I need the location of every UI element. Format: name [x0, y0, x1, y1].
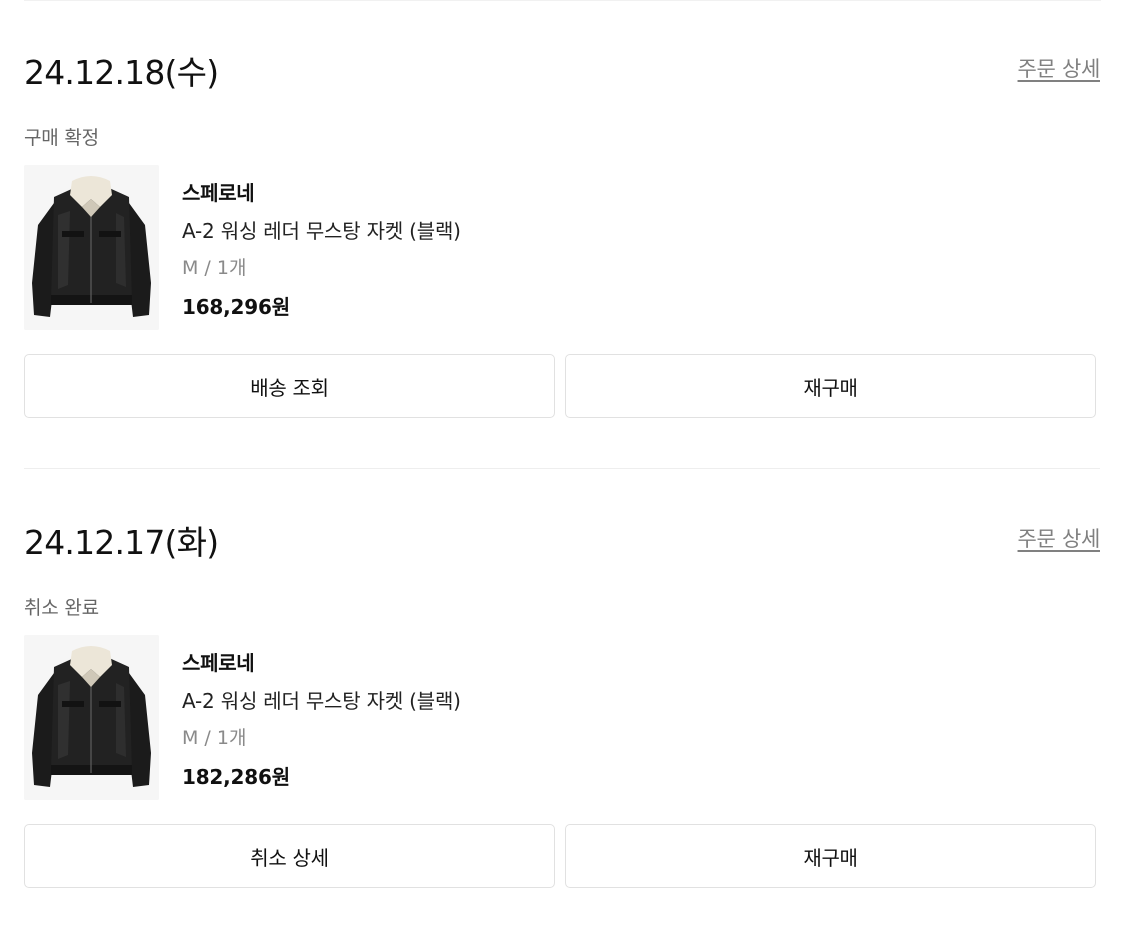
order-header: 24.12.18(수) 주문 상세: [24, 40, 1100, 94]
order-divider: [24, 468, 1100, 469]
order-date: 24.12.17(화): [24, 523, 219, 562]
product-price: 182,286원: [182, 765, 290, 789]
order-card: 24.12.17(화) 주문 상세 취소 완료 스페로네 A-2 워싱 레더 무…: [24, 510, 1100, 888]
product-thumbnail[interactable]: [24, 635, 159, 800]
product-name: A-2 워싱 레더 무스탕 자켓 (블랙): [182, 219, 461, 243]
order-card: 24.12.18(수) 주문 상세 구매 확정 스페로네 A-2 워싱 레더 무…: [24, 40, 1100, 418]
order-item[interactable]: 스페로네 A-2 워싱 레더 무스탕 자켓 (블랙) M / 1개 168,29…: [24, 165, 1100, 335]
product-thumbnail[interactable]: [24, 165, 159, 330]
product-option: M / 1개: [182, 257, 247, 279]
reorder-button[interactable]: 재구매: [565, 824, 1096, 888]
order-status: 취소 완료: [24, 597, 99, 619]
product-option: M / 1개: [182, 727, 247, 749]
order-status: 구매 확정: [24, 127, 99, 149]
order-detail-link[interactable]: 주문 상세: [1018, 53, 1101, 83]
order-date: 24.12.18(수): [24, 53, 219, 92]
product-name: A-2 워싱 레더 무스탕 자켓 (블랙): [182, 689, 461, 713]
cancel-detail-button[interactable]: 취소 상세: [24, 824, 555, 888]
order-item[interactable]: 스페로네 A-2 워싱 레더 무스탕 자켓 (블랙) M / 1개 182,28…: [24, 635, 1100, 805]
reorder-button[interactable]: 재구매: [565, 354, 1096, 418]
product-brand: 스페로네: [182, 651, 255, 675]
order-detail-link[interactable]: 주문 상세: [1018, 523, 1101, 553]
leather-jacket-image: [24, 165, 159, 330]
leather-jacket-image: [24, 635, 159, 800]
product-brand: 스페로네: [182, 181, 255, 205]
order-header: 24.12.17(화) 주문 상세: [24, 510, 1100, 564]
track-delivery-button[interactable]: 배송 조회: [24, 354, 555, 418]
top-divider: [24, 0, 1101, 1]
product-price: 168,296원: [182, 295, 290, 319]
